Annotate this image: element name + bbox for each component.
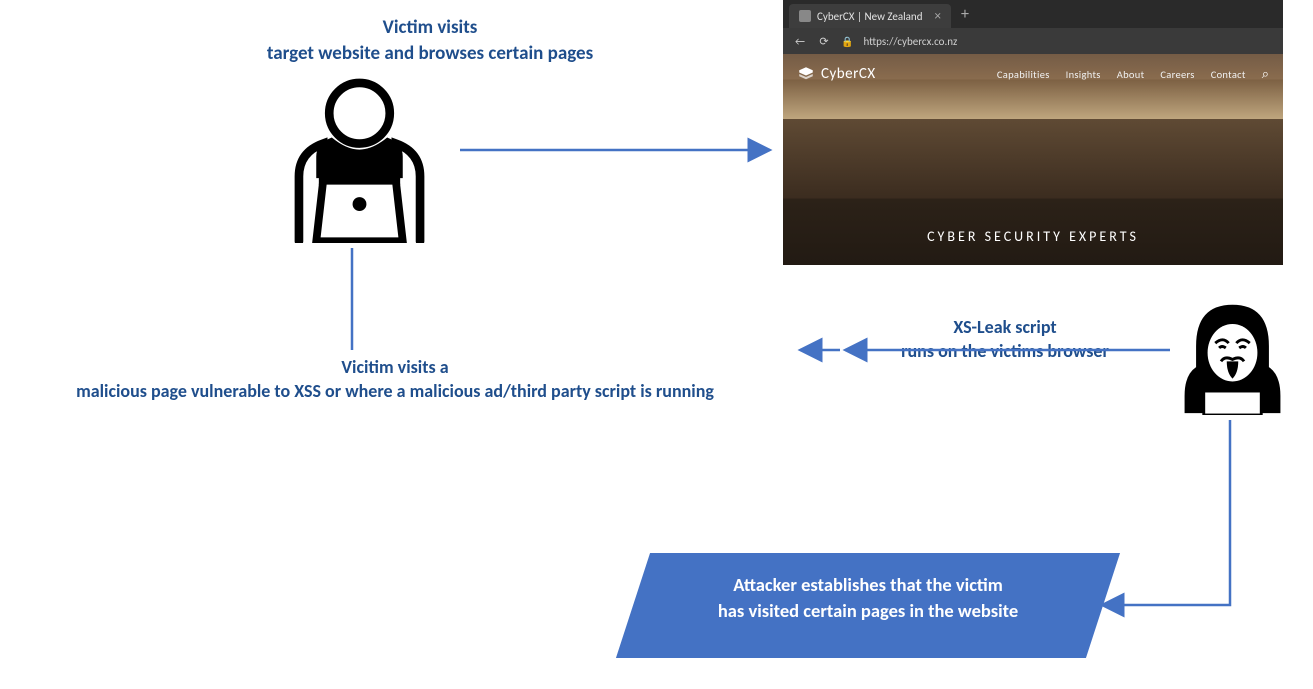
- label-victim-visits-target: Victim visits target website and browses…: [140, 15, 720, 66]
- nav-careers[interactable]: Careers: [1160, 68, 1194, 81]
- refresh-icon[interactable]: ⟳: [817, 35, 831, 48]
- hooded-hacker-icon: [1175, 300, 1290, 415]
- site-navigation: CyberCX Capabilities Insights About Care…: [783, 54, 1283, 94]
- logo-icon: [797, 65, 815, 83]
- label-text: XS-Leak script: [953, 316, 1056, 338]
- favicon-icon: [799, 10, 811, 22]
- result-line: has visited certain pages in the website: [718, 599, 1018, 622]
- browser-address-bar: ← ⟳ 🔒 https://cybercx.co.nz: [783, 28, 1283, 54]
- label-xs-leak-script: XS-Leak script runs on the victims brows…: [840, 315, 1170, 364]
- label-text: target website and browses certain pages: [267, 42, 593, 65]
- arrow-attacker-to-result: [1102, 420, 1230, 605]
- nav-contact[interactable]: Contact: [1211, 68, 1246, 81]
- back-icon[interactable]: ←: [793, 35, 807, 48]
- nav-insights[interactable]: Insights: [1066, 68, 1101, 81]
- nav-about[interactable]: About: [1117, 68, 1145, 81]
- label-text: Vicitim visits a: [341, 356, 448, 378]
- browser-tab-bar: CyberCX | New Zealand × +: [783, 0, 1283, 28]
- result-text: Attacker establishes that the victim has…: [633, 572, 1103, 624]
- logo-text: CyberCX: [821, 65, 876, 83]
- label-text: malicious page vulnerable to XSS or wher…: [76, 380, 714, 402]
- close-icon[interactable]: ×: [935, 9, 941, 24]
- nav-capabilities[interactable]: Capabilities: [997, 68, 1050, 81]
- new-tab-button[interactable]: +: [961, 5, 969, 24]
- tab-title: CyberCX | New Zealand: [817, 10, 923, 23]
- lock-icon: 🔒: [841, 35, 853, 48]
- label-text: runs on the victims browser: [901, 340, 1109, 362]
- label-victim-visits-malicious: Vicitim visits a malicious page vulnerab…: [5, 355, 785, 404]
- label-text: Victim visits: [383, 16, 478, 39]
- user-laptop-icon: [273, 70, 446, 240]
- site-logo[interactable]: CyberCX: [797, 65, 876, 83]
- browser-window: CyberCX | New Zealand × + ← ⟳ 🔒 https://…: [783, 0, 1283, 265]
- browser-tab[interactable]: CyberCX | New Zealand ×: [789, 4, 951, 28]
- address-url[interactable]: https://cybercx.co.nz: [863, 35, 957, 48]
- result-line: Attacker establishes that the victim: [733, 573, 1003, 596]
- hero-tagline: CYBER SECURITY EXPERTS: [783, 228, 1283, 245]
- search-icon[interactable]: ⌕: [1262, 67, 1269, 82]
